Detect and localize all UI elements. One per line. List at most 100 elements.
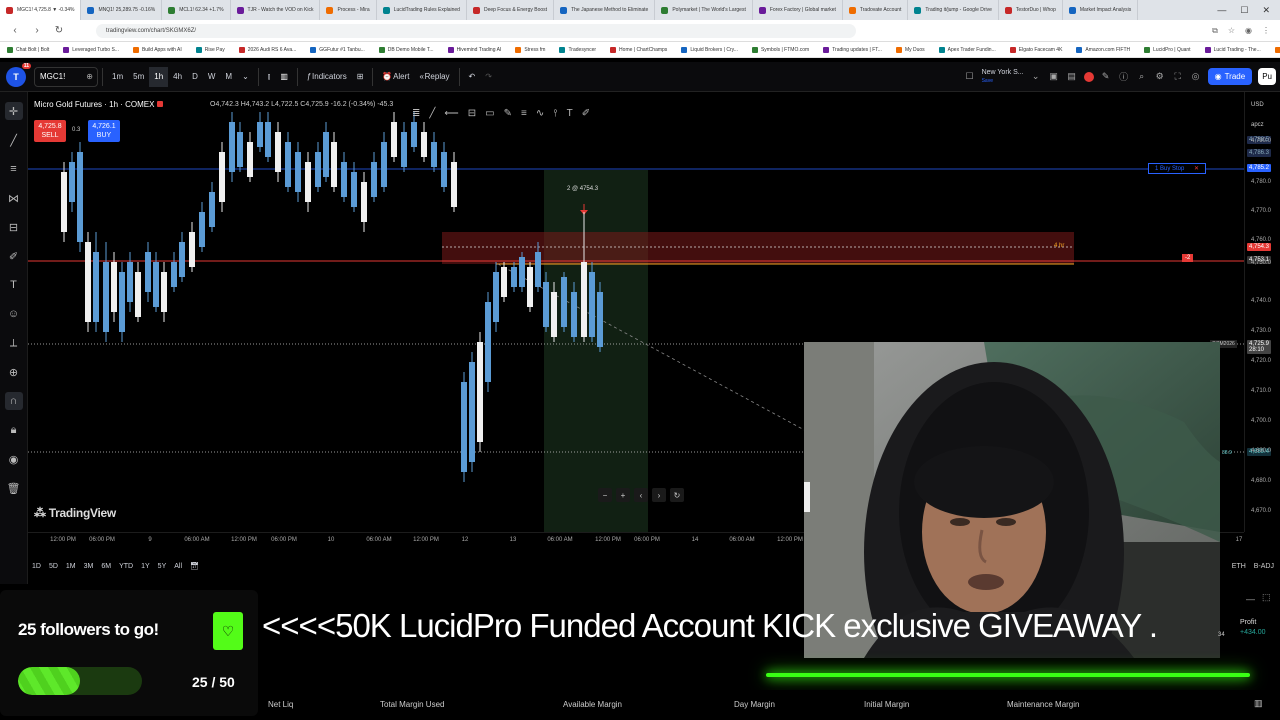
range-1m[interactable]: 1M [62,563,80,570]
currency-label[interactable]: USD [1251,102,1264,108]
interval-1m[interactable]: 1m [107,67,128,87]
fullscreen-icon[interactable]: ⛶ [1172,71,1184,82]
position-tool-icon[interactable]: ⊟ [5,218,23,236]
icons-tool-icon[interactable]: ☺ [5,305,23,323]
bookmark-item[interactable]: 2026 Audi RS 6 Ava... [232,46,304,53]
text-icon[interactable]: T [567,108,573,119]
bookmark-item[interactable]: Apex Trader Fundin... [932,46,1003,53]
bookmark-item[interactable]: Tradesyncer [552,46,603,53]
text-tool-icon[interactable]: T [5,276,23,294]
bookmark-item[interactable]: Trading updates | FT... [816,46,889,53]
forward-icon[interactable]: › [30,25,44,36]
bookmark-item[interactable]: Leveraged Turbo S... [56,46,126,53]
browser-tab[interactable]: Tradovate Account [843,0,909,20]
fib-tool-icon[interactable]: ≡ [521,108,527,119]
indicators-button[interactable]: ƒ Indicators [302,67,352,87]
lock-drawings-icon[interactable]: 🔒︎ [5,421,23,439]
bookmark-item[interactable]: Rise Pay [189,46,232,53]
search-icon[interactable]: ⌕ [1136,71,1148,82]
bookmark-item[interactable]: Amazon.com FIFTH [1069,46,1137,53]
lock-icon[interactable]: ▤ [1066,71,1078,82]
browser-tab[interactable]: TJR - Watch the VOD on Kick [231,0,321,20]
profile-icon[interactable]: ◉ [1245,26,1252,36]
layout-name[interactable]: New York S... Save [982,69,1024,85]
ruler-icon[interactable]: ⟂ [5,334,23,352]
browser-tab[interactable]: Process - Mira [320,0,377,20]
bookmark-item[interactable]: DB Demo Mobile T... [372,46,441,53]
bookmark-item[interactable]: LucidPro | Quant [1137,46,1197,53]
bookmark-item[interactable]: GGFutur #1 Tanbu... [303,46,372,53]
bookmark-item[interactable]: Elgato Stream Deck [1268,46,1280,53]
range-ytd[interactable]: YTD [115,563,137,570]
range-5y[interactable]: 5Y [154,563,171,570]
interval-w[interactable]: W [203,67,221,87]
interval-1h[interactable]: 1h [149,66,169,87]
zoom-icon[interactable]: ⊕ [5,363,23,381]
bookmark-item[interactable]: Symbols | FTMO.com [745,46,816,53]
range-6m[interactable]: 6M [97,563,115,570]
pen-icon[interactable]: ✎ [504,108,512,119]
buy-button[interactable]: 4,726.1 BUY [88,120,120,142]
browser-tab[interactable]: Polymarket | The World's Largest [655,0,753,20]
close-window-icon[interactable]: ✕ [1262,5,1270,16]
reload-icon[interactable]: ↻ [52,25,66,36]
bookmark-item[interactable]: Chat Bolt | Bolt [0,46,56,53]
back-icon[interactable]: ‹ [8,25,22,36]
chart-type-icon[interactable]: ⫾ [263,67,276,87]
bookmark-item[interactable]: Home | ChartChamps [603,46,674,53]
settings-icon[interactable]: ⚙ [1154,71,1166,82]
tools-icon[interactable]: ✎ [1100,71,1112,82]
path-icon[interactable]: ∿ [536,108,544,119]
interval-5m[interactable]: 5m [128,67,149,87]
compare-plus-icon[interactable]: ⊕ [86,72,93,81]
maximize-panel-icon[interactable]: ⬚ [1262,592,1271,603]
browser-tab[interactable]: Market Impact Analysis [1063,0,1139,20]
reset-chart-icon[interactable]: ↻ [670,488,684,502]
range-3m[interactable]: 3M [80,563,98,570]
browser-tab[interactable]: Trading it/jump - Google Drive [908,0,999,20]
interval-m[interactable]: M [220,67,237,87]
alert-button[interactable]: ⏰ Alert [377,67,414,87]
bookmark-item[interactable]: Hivemind Trading AI [441,46,509,53]
bookmark-item[interactable]: Liquid Brokers | Cry... [674,46,745,53]
browser-tab[interactable]: TestorDuo | Whop [999,0,1063,20]
bookmark-item[interactable]: My Duos [889,46,932,53]
minimize-icon[interactable]: — [1217,5,1226,16]
range-1y[interactable]: 1Y [137,563,154,570]
extensions-icon[interactable]: ⧉ [1212,26,1218,36]
crosshair-icon[interactable]: ✛ [4,102,23,120]
browser-tab[interactable]: MCL1! 62.34 +1.7% [162,0,231,20]
interval-4h[interactable]: 4h [168,67,187,87]
symbol-search[interactable]: MGC1! ⊕ [34,66,98,87]
bookmark-item[interactable]: Elgato Facecam 4K [1003,46,1070,53]
ray-icon[interactable]: ⟵ [444,108,458,119]
sell-button[interactable]: 4,725.8 SELL [34,120,66,142]
range-1d[interactable]: 1D [28,563,45,570]
trendline-icon[interactable]: ╱ [5,131,23,149]
browser-tab[interactable]: MNQ1! 25,289.75 -0.16% [81,0,163,20]
browser-tab[interactable]: Deep Focus & Energy Boost [467,0,555,20]
visibility-icon[interactable]: ◉ [5,450,23,468]
zoom-out-icon[interactable]: − [598,488,612,502]
range-all[interactable]: All [170,563,186,570]
layouts-icon[interactable]: ⊞ [352,67,369,87]
zoom-in-icon[interactable]: + [616,488,630,502]
fib-icon[interactable]: ≡ [5,160,23,178]
calendar-range-icon[interactable]: 📅︎ [186,562,203,570]
line-icon[interactable]: ╱ [429,108,435,119]
magnet-icon[interactable]: ∩ [4,392,23,410]
position-qty-tag[interactable]: -2 [1182,254,1194,262]
browser-tab[interactable]: Forex Factory | Global market [753,0,843,20]
pattern-icon[interactable]: ⋈ [5,189,23,207]
channel-icon[interactable]: ⊟ [468,108,476,119]
scroll-right-icon[interactable]: › [652,488,666,502]
snapshot-icon[interactable]: ◎ [1190,71,1202,82]
price-axis[interactable]: USD apcz 4,788.5 4,786.3 4,785.2 4,754.3… [1244,92,1280,532]
chart-legend-title[interactable]: Micro Gold Futures · 1h · COMEX [34,100,164,109]
bookmark-star-icon[interactable]: ☆ [1228,26,1235,36]
stream-icon[interactable]: ▣ [1048,71,1060,82]
chevron-down-icon[interactable]: ⌄ [1030,71,1042,82]
trade-button[interactable]: ◉ Trade [1207,68,1253,85]
trash-icon[interactable]: 🗑︎ [5,479,23,497]
vline-icon[interactable]: ⫯ [553,108,557,119]
